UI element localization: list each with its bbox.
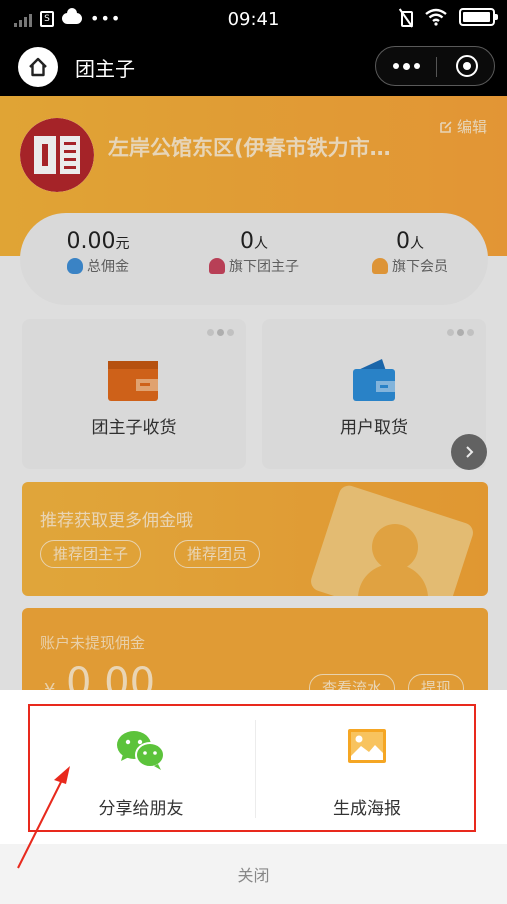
home-button[interactable] — [18, 47, 58, 87]
annotation-arrow — [17, 766, 70, 869]
overlay-mask[interactable] — [0, 96, 507, 690]
close-miniprogram-icon[interactable] — [456, 55, 478, 77]
nav-bar: 团主子 — [0, 38, 507, 96]
battery-icon — [459, 8, 498, 26]
capsule-divider — [436, 57, 437, 77]
image-icon — [348, 729, 386, 763]
nav-title: 团主子 — [75, 57, 135, 81]
more-icon[interactable] — [376, 47, 436, 85]
wechat-icon — [117, 731, 165, 770]
wifi-icon — [425, 8, 447, 26]
share-option-label: 生成海报 — [333, 799, 401, 819]
miniprogram-capsule — [375, 46, 495, 86]
generate-poster-option[interactable]: 生成海报 — [256, 706, 478, 830]
home-icon — [29, 57, 47, 77]
mute-icon — [399, 8, 413, 27]
status-bar: S ••• 09:41 — [0, 0, 507, 38]
